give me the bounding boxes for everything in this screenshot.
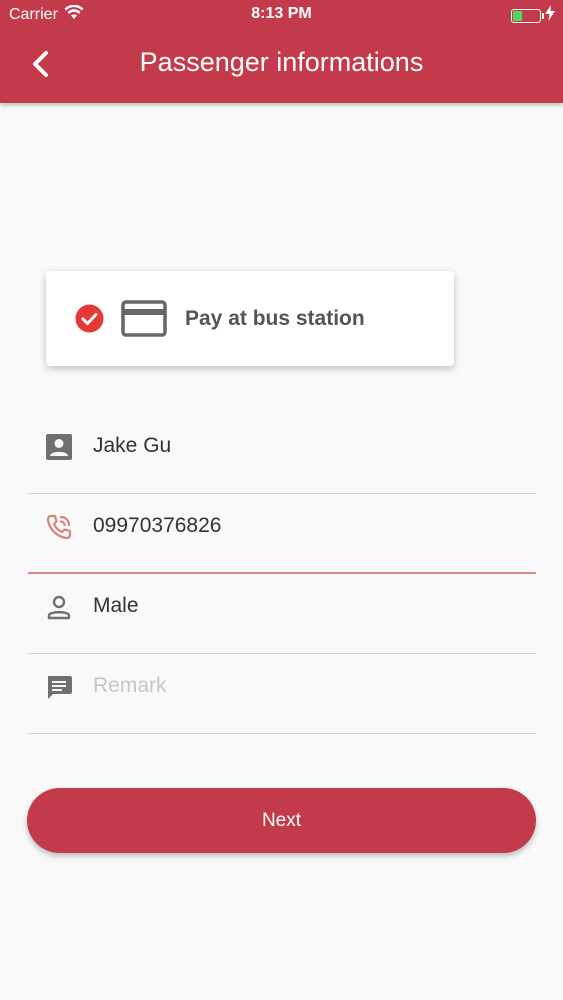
phone-input[interactable] bbox=[93, 508, 523, 544]
check-circle-icon bbox=[75, 304, 104, 333]
remark-input[interactable] bbox=[93, 668, 523, 704]
payment-option-card[interactable]: Pay at bus station bbox=[46, 271, 454, 366]
battery-icon bbox=[511, 8, 544, 23]
phone-ringing-icon bbox=[44, 512, 74, 542]
credit-card-icon bbox=[121, 299, 167, 339]
gender-field[interactable] bbox=[28, 574, 536, 654]
charging-icon bbox=[545, 5, 555, 26]
gender-input[interactable] bbox=[93, 588, 523, 624]
battery-level bbox=[513, 10, 522, 21]
phone-field[interactable] bbox=[28, 494, 536, 574]
chat-bubble-icon bbox=[44, 672, 74, 702]
status-bar: Carrier 8:13 PM bbox=[0, 0, 563, 30]
person-outline-icon bbox=[44, 592, 74, 622]
remark-field[interactable] bbox=[28, 654, 536, 734]
payment-option-label: Pay at bus station bbox=[185, 306, 365, 330]
status-right bbox=[511, 5, 555, 26]
page-title: Passenger informations bbox=[139, 47, 424, 77]
status-time: 8:13 PM bbox=[251, 5, 312, 22]
app-bar: Carrier 8:13 PM Passenger informations bbox=[0, 0, 563, 103]
next-button[interactable]: Next bbox=[27, 788, 536, 853]
name-input[interactable] bbox=[93, 428, 523, 464]
contact-card-icon bbox=[44, 432, 74, 462]
name-field[interactable] bbox=[28, 414, 536, 494]
